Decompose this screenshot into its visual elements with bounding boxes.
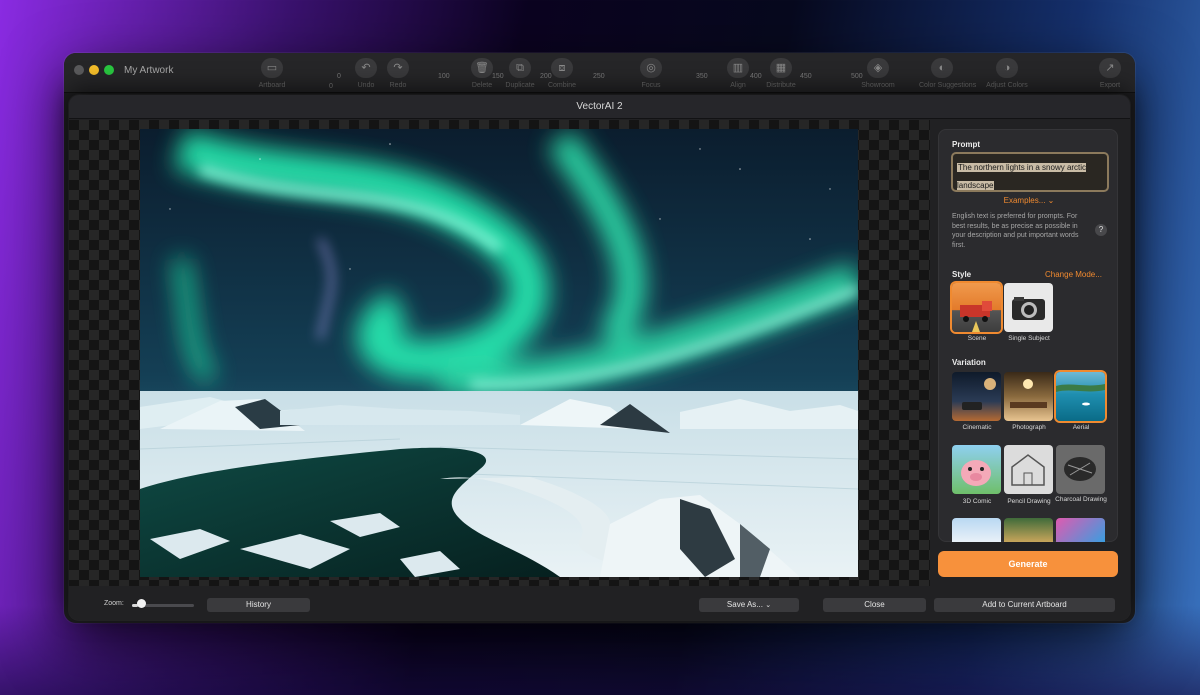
pencil-house-image — [1011, 454, 1045, 486]
aerial-image — [1056, 384, 1105, 406]
prompt-help-text: English text is preferred for prompts. F… — [952, 213, 1079, 249]
camera-image — [1012, 297, 1045, 320]
style-option-scene[interactable] — [952, 283, 1001, 332]
adjust-colors-icon: ◑ — [996, 58, 1018, 78]
ruler-tick: 400 — [750, 73, 762, 80]
charcoal-turtle-image — [1064, 457, 1096, 481]
photograph-image — [1010, 379, 1047, 408]
close-button[interactable]: Close — [823, 598, 926, 612]
trash-icon: 🗑 — [471, 58, 493, 78]
distribute-icon: ▦ — [770, 58, 792, 78]
vectorai-dialog: VectorAI 2 Prompt The northern lights in… — [69, 95, 1130, 620]
zoom-window-button[interactable] — [104, 65, 114, 75]
palette-icon: ◐ — [931, 58, 953, 78]
ruler-tick: 0 — [329, 83, 333, 90]
pig-image — [961, 460, 991, 486]
dialog-title: VectorAI 2 — [69, 95, 1130, 119]
chevron-down-icon: ⌄ — [1047, 196, 1055, 205]
redo-button[interactable]: ↷ Redo — [375, 58, 421, 89]
artboard-button[interactable]: ▭ Artboard — [249, 58, 295, 89]
app-toolbar: My Artwork ▭ Artboard ↶ Undo ↷ Redo 🗑 Delete… — [64, 53, 1135, 93]
focus-icon: ◎ — [640, 58, 662, 78]
variation-label-charcoal-drawing: Charcoal Drawing — [1055, 496, 1107, 503]
redo-icon: ↷ — [387, 58, 409, 78]
variation-option-aerial[interactable] — [1056, 372, 1105, 421]
help-icon[interactable]: ? — [1095, 224, 1107, 236]
ruler-tick: 250 — [593, 73, 605, 80]
variation-option-more[interactable] — [1056, 518, 1105, 542]
cube-icon: ◈ — [867, 58, 889, 78]
history-button[interactable]: History — [207, 598, 310, 612]
ruler-tick: 200 — [540, 73, 552, 80]
style-heading: Style — [952, 270, 972, 279]
examples-dropdown[interactable]: Examples... ⌄ — [939, 196, 1119, 205]
ruler-tick: 350 — [696, 73, 708, 80]
save-as-dropdown[interactable]: Save As... ⌄ — [699, 598, 799, 612]
variation-option-charcoal-drawing[interactable] — [1056, 445, 1105, 494]
align-icon: ▥ — [727, 58, 749, 78]
artboard-icon: ▭ — [261, 58, 283, 78]
variation-option-cinematic[interactable] — [952, 372, 1001, 421]
change-mode-link[interactable]: Change Mode... — [1045, 270, 1102, 279]
adjust-colors-button[interactable]: ◑ Adjust Colors — [984, 58, 1030, 89]
variation-option-3d-comic[interactable] — [952, 445, 1001, 494]
chevron-down-icon: ⌄ — [765, 602, 772, 609]
prompt-input[interactable]: The northern lights in a snowy arctic la… — [951, 152, 1109, 192]
variation-option-more[interactable] — [952, 518, 1001, 542]
ruler-tick: 500 — [851, 73, 863, 80]
style-label-single-subject: Single Subject — [1008, 335, 1050, 342]
generate-button[interactable]: Generate — [938, 551, 1118, 577]
generated-image — [140, 129, 858, 577]
duplicate-icon: ⧉ — [509, 58, 531, 78]
aurora-arctic-image — [140, 129, 858, 577]
export-button[interactable]: ↗ Export — [1087, 58, 1133, 89]
ruler-tick: 150 — [492, 73, 504, 80]
cinematic-image — [962, 378, 996, 410]
close-window-button[interactable] — [74, 65, 84, 75]
export-icon: ↗ — [1099, 58, 1121, 78]
window-title: My Artwork — [124, 65, 174, 76]
combine-icon: ⧈ — [551, 58, 573, 78]
variation-option-pencil-drawing[interactable] — [1004, 445, 1053, 494]
ruler-tick: 0 — [337, 73, 341, 80]
settings-panel: Prompt The northern lights in a snowy ar… — [938, 129, 1118, 542]
undo-icon: ↶ — [355, 58, 377, 78]
add-to-artboard-button[interactable]: Add to Current Artboard — [934, 598, 1115, 612]
minimize-window-button[interactable] — [89, 65, 99, 75]
variation-label-aerial: Aerial — [1072, 424, 1090, 431]
variation-option-more[interactable] — [1004, 518, 1053, 542]
zoom-label: Zoom: — [104, 600, 124, 607]
color-suggestions-button[interactable]: ◐ Color Suggestions — [919, 58, 976, 89]
ruler-tick: 100 — [438, 73, 450, 80]
style-option-single-subject[interactable] — [1004, 283, 1053, 332]
focus-button[interactable]: ◎ Focus — [628, 58, 674, 89]
variation-option-photograph[interactable] — [1004, 372, 1053, 421]
ruler-tick: 450 — [800, 73, 812, 80]
prompt-heading: Prompt — [952, 140, 980, 149]
zoom-slider-knob[interactable] — [137, 599, 146, 608]
distribute-button[interactable]: ▦ Distribute — [758, 58, 804, 89]
truck-scene-image — [960, 301, 992, 332]
preview-canvas — [69, 120, 930, 586]
variation-heading: Variation — [952, 358, 986, 367]
prompt-text: The northern lights in a snowy arctic la… — [957, 163, 1087, 190]
